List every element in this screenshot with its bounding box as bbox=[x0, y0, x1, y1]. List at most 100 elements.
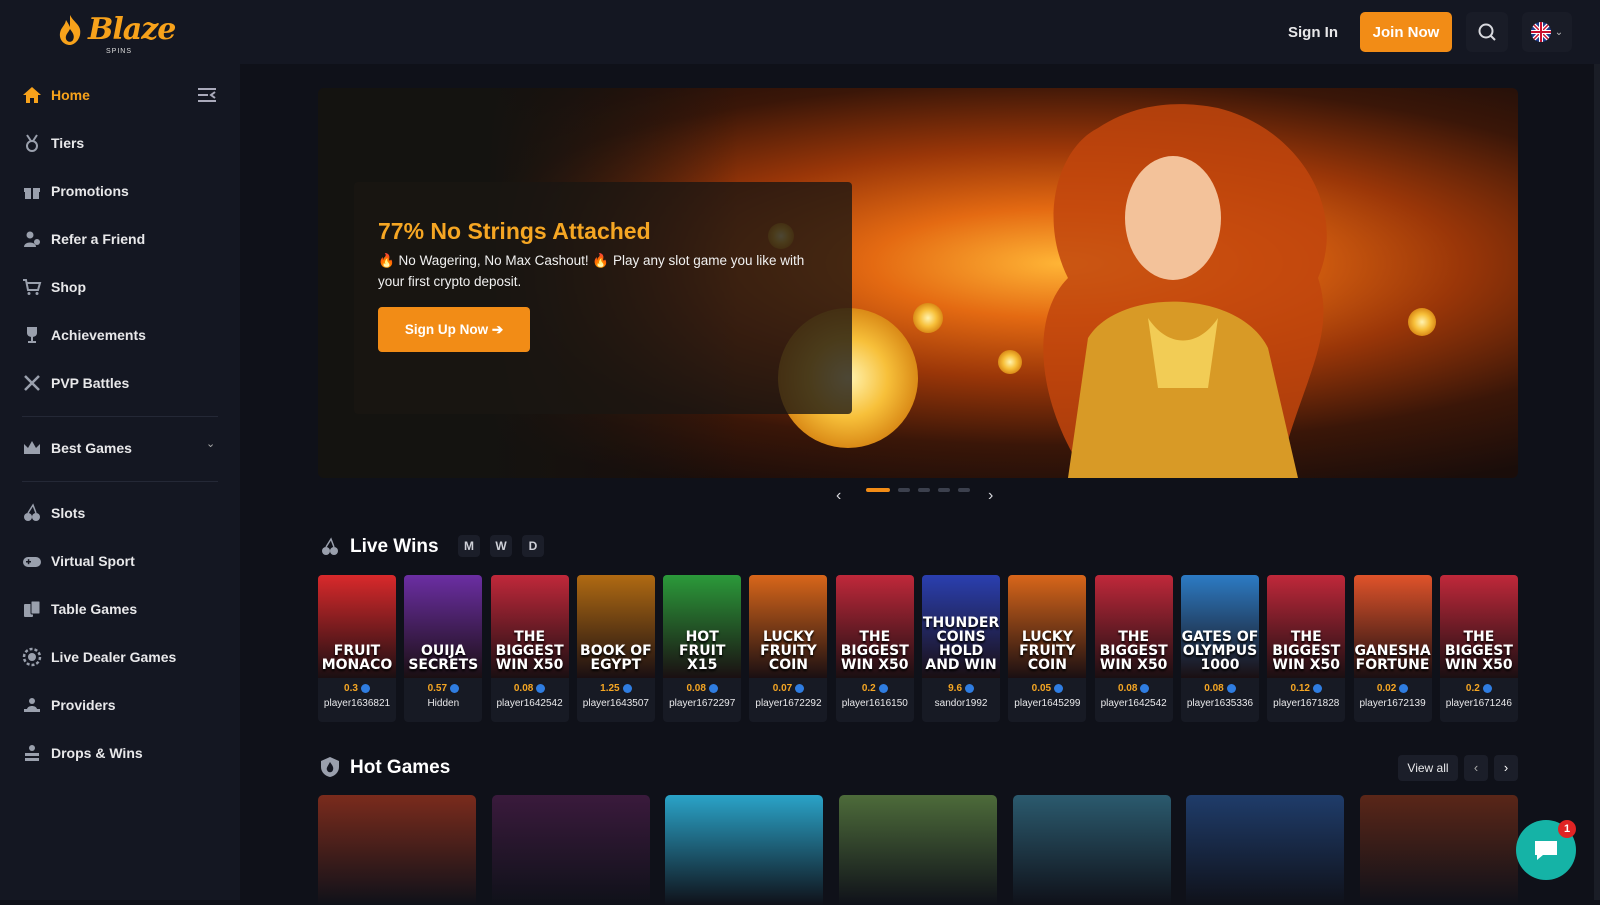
live-win-card[interactable]: FRUIT MONACO 0.3 player1636821 bbox=[318, 575, 396, 722]
sidebar-item-refer-a-friend[interactable]: Refer a Friend bbox=[22, 224, 222, 254]
player-name: player1672139 bbox=[1359, 698, 1426, 709]
game-title: GANESHA FORTUNE bbox=[1354, 643, 1431, 673]
hot-game-card[interactable] bbox=[318, 795, 476, 905]
win-amount: 0.08 bbox=[513, 682, 534, 694]
sidebar-item-drops-wins[interactable]: Drops & Wins bbox=[22, 738, 222, 768]
crypto-coin-icon bbox=[1482, 683, 1492, 693]
win-amount-row: 9.6 bbox=[922, 678, 1000, 698]
filter-day[interactable]: D bbox=[522, 535, 544, 557]
live-win-card[interactable]: THE BIGGEST WIN X50 0.08 player1642542 bbox=[1094, 575, 1173, 722]
live-win-card[interactable]: OUIJA SECRETS 0.57 Hidden bbox=[404, 575, 483, 722]
search-button[interactable] bbox=[1466, 12, 1508, 52]
sidebar-item-live-dealer-games[interactable]: Live Dealer Games bbox=[22, 642, 222, 672]
sidebar-item-achievements[interactable]: Achievements bbox=[22, 320, 222, 350]
win-amount-row: 0.05 bbox=[1008, 678, 1086, 698]
scrollbar[interactable] bbox=[1594, 64, 1600, 900]
sidebar-item-tiers[interactable]: Tiers bbox=[22, 128, 222, 158]
sidebar-item-promotions[interactable]: Promotions bbox=[22, 176, 222, 206]
sidebar-item-label: Table Games bbox=[51, 601, 138, 617]
win-amount-row: 0.2 bbox=[1440, 678, 1518, 698]
player-name: player1636821 bbox=[323, 698, 391, 709]
sidebar-item-shop[interactable]: Shop bbox=[22, 272, 222, 302]
live-win-card[interactable]: GATES OF OLYMPUS 1000 0.08 player1635336 bbox=[1180, 575, 1259, 722]
brand-logo[interactable]: Blaze SPINS bbox=[56, 12, 176, 55]
carousel-dot[interactable] bbox=[918, 488, 930, 492]
hot-game-card[interactable] bbox=[839, 795, 998, 905]
sidebar-item-best-games[interactable]: Best Games bbox=[22, 433, 222, 463]
view-all-button[interactable]: View all bbox=[1398, 755, 1458, 781]
game-title: THE BIGGEST WIN X50 bbox=[840, 629, 909, 673]
live-win-card[interactable]: THE BIGGEST WIN X50 0.08 player1642542 bbox=[490, 575, 569, 722]
carousel-dot[interactable] bbox=[938, 488, 950, 492]
live-win-card[interactable]: THE BIGGEST WIN X50 0.12 player1671828 bbox=[1267, 575, 1346, 722]
crypto-coin-icon bbox=[795, 683, 805, 693]
hot-games-prev-icon[interactable]: ‹ bbox=[1464, 755, 1488, 781]
hot-games-title: Hot Games bbox=[350, 757, 451, 778]
game-thumbnail: THE BIGGEST WIN X50 bbox=[1094, 575, 1173, 678]
crypto-coin-icon bbox=[1226, 683, 1236, 693]
sign-in-link[interactable]: Sign In bbox=[1280, 24, 1346, 41]
live-win-card[interactable]: LUCKY FRUITY COIN 0.05 player1645299 bbox=[1008, 575, 1087, 722]
crypto-coin-icon bbox=[1399, 683, 1409, 693]
live-win-card[interactable]: THE BIGGEST WIN X50 0.2 player1671246 bbox=[1439, 575, 1518, 722]
live-win-card[interactable]: LUCKY FRUITY COIN 0.07 player1672292 bbox=[749, 575, 828, 722]
game-thumbnail: GANESHA FORTUNE bbox=[1353, 575, 1432, 678]
hot-games-next-icon[interactable]: › bbox=[1494, 755, 1518, 781]
game-thumbnail: LUCKY FRUITY COIN bbox=[749, 575, 828, 678]
language-selector[interactable]: ⌄ bbox=[1522, 12, 1572, 52]
filter-week[interactable]: W bbox=[490, 535, 512, 557]
carousel-next-icon[interactable]: › bbox=[988, 487, 993, 505]
carousel-prev-icon[interactable]: ‹ bbox=[836, 487, 841, 505]
win-amount-row: 0.08 bbox=[663, 678, 741, 698]
hot-game-card[interactable] bbox=[1360, 795, 1519, 905]
users-icon bbox=[22, 229, 42, 249]
search-icon bbox=[1478, 23, 1496, 41]
win-amount: 0.2 bbox=[861, 682, 876, 694]
hero-description: 🔥 No Wagering, No Max Cashout! 🔥 Play an… bbox=[378, 253, 805, 289]
live-wins-list: FRUIT MONACO 0.3 player1636821 OUIJA SEC… bbox=[318, 575, 1518, 722]
cherry-icon bbox=[322, 537, 338, 555]
carousel-dots bbox=[866, 488, 970, 492]
live-win-card[interactable]: THE BIGGEST WIN X50 0.2 player1616150 bbox=[835, 575, 914, 722]
drops-icon bbox=[22, 743, 42, 763]
filter-month[interactable]: M bbox=[458, 535, 480, 557]
player-name: player1642542 bbox=[496, 698, 563, 709]
game-title: THE BIGGEST WIN X50 bbox=[1444, 629, 1513, 673]
carousel-dot[interactable] bbox=[898, 488, 910, 492]
player-name: sandor1992 bbox=[934, 698, 988, 709]
sidebar-item-providers[interactable]: Providers bbox=[22, 690, 222, 720]
game-title: BOOK OF EGYPT bbox=[580, 643, 652, 673]
hot-game-card[interactable] bbox=[665, 795, 824, 905]
live-win-card[interactable]: BOOK OF EGYPT 1.25 player1643507 bbox=[576, 575, 655, 722]
win-amount-row: 0.07 bbox=[749, 678, 827, 698]
player-name: player1672292 bbox=[755, 698, 822, 709]
hero-title: 77% No Strings Attached bbox=[378, 218, 651, 244]
win-amount: 1.25 bbox=[600, 682, 620, 694]
sidebar-item-pvp-battles[interactable]: PVP Battles bbox=[22, 368, 222, 398]
swords-icon bbox=[22, 373, 42, 393]
player-name: player1672297 bbox=[669, 698, 736, 709]
hot-game-card[interactable] bbox=[1186, 795, 1345, 905]
player-name: player1645299 bbox=[1014, 698, 1081, 709]
join-now-button[interactable]: Join Now bbox=[1360, 12, 1452, 52]
live-win-card[interactable]: THUNDER COINS HOLD AND WIN 9.6 sandor199… bbox=[922, 575, 1001, 722]
carousel-dot[interactable] bbox=[866, 488, 890, 492]
game-title: THE BIGGEST WIN X50 bbox=[1272, 629, 1341, 673]
live-win-card[interactable]: HOT FRUIT X15 0.08 player1672297 bbox=[663, 575, 742, 722]
sidebar-item-slots[interactable]: Slots bbox=[22, 498, 222, 528]
hero-banner[interactable]: 77% No Strings Attached 🔥 No Wagering, N… bbox=[318, 88, 1518, 478]
hot-game-card[interactable] bbox=[491, 795, 650, 905]
uk-flag-icon bbox=[1530, 22, 1551, 42]
sidebar-item-home[interactable]: Home bbox=[22, 80, 222, 110]
win-amount: 0.12 bbox=[1290, 682, 1310, 694]
carousel-dot[interactable] bbox=[958, 488, 970, 492]
sidebar-item-label: Slots bbox=[51, 505, 86, 521]
sidebar-item-table-games[interactable]: Table Games bbox=[22, 594, 222, 624]
chevron-down-icon[interactable]: ⌄ bbox=[206, 437, 215, 450]
win-amount-row: 0.08 bbox=[1181, 678, 1259, 698]
sidebar-item-virtual-sport[interactable]: Virtual Sport bbox=[22, 546, 222, 576]
hot-game-card[interactable] bbox=[1012, 795, 1171, 905]
game-title: THUNDER COINS HOLD AND WIN bbox=[922, 615, 1000, 673]
sign-up-now-button[interactable]: Sign Up Now ➔ bbox=[378, 307, 530, 352]
live-win-card[interactable]: GANESHA FORTUNE 0.02 player1672139 bbox=[1353, 575, 1432, 722]
